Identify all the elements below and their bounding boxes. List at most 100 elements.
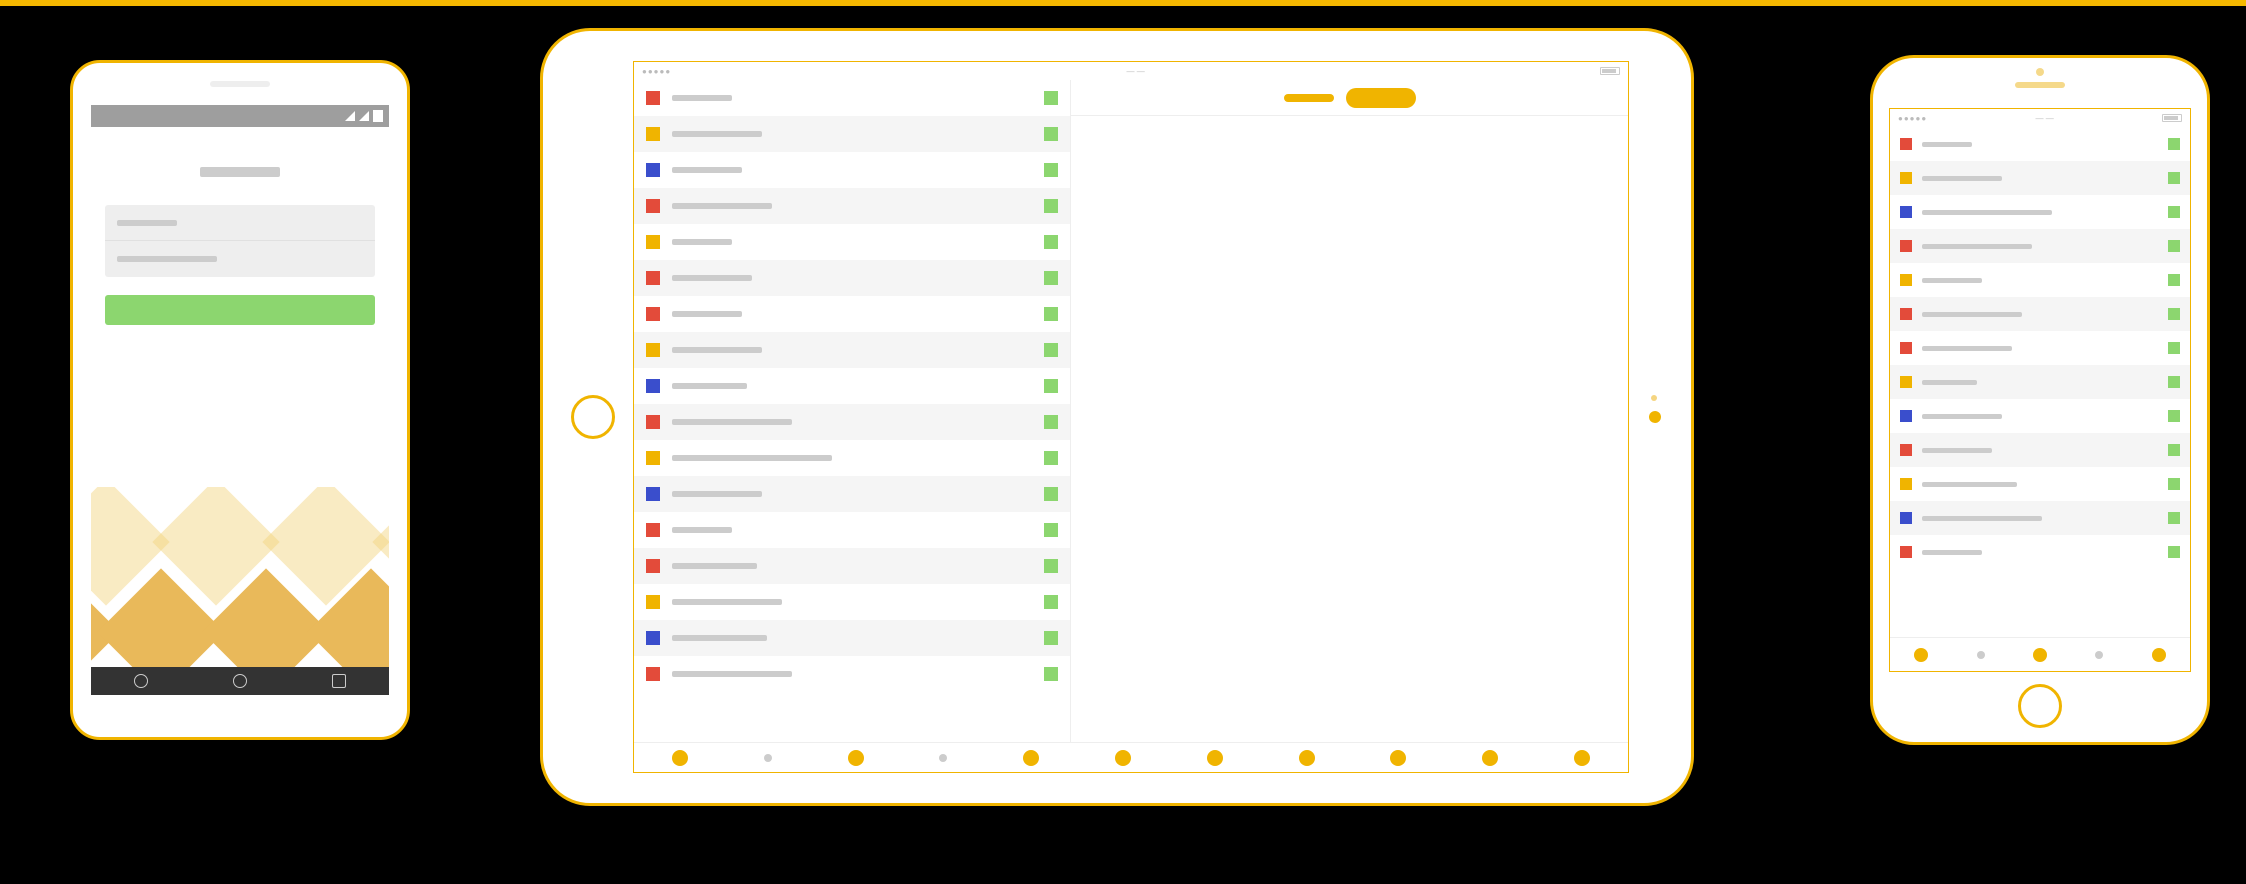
iphone-list[interactable] <box>1890 127 2190 637</box>
status-badge <box>2168 478 2180 490</box>
tab-item[interactable] <box>2033 648 2047 662</box>
segmented-control[interactable] <box>1071 80 1628 116</box>
list-item[interactable] <box>1890 263 2190 297</box>
segment-1[interactable] <box>1284 94 1334 102</box>
tab-item[interactable] <box>672 750 688 766</box>
tablet-sensor <box>1651 395 1657 401</box>
ios-status-bar: ●●●●● — — <box>634 62 1628 80</box>
list-item[interactable] <box>634 368 1070 404</box>
iphone-home-button[interactable] <box>2018 684 2062 728</box>
category-color-icon <box>1900 240 1912 252</box>
item-label <box>672 491 762 497</box>
category-color-icon <box>1900 512 1912 524</box>
list-item[interactable] <box>1890 127 2190 161</box>
tablet-tab-bar <box>634 742 1628 772</box>
tab-item[interactable] <box>1390 750 1406 766</box>
item-label <box>672 275 752 281</box>
iphone-tab-bar <box>1890 637 2190 671</box>
category-color-icon <box>646 91 660 105</box>
list-item[interactable] <box>634 260 1070 296</box>
item-label <box>1922 550 1982 555</box>
segment-2[interactable] <box>1346 88 1416 108</box>
list-item[interactable] <box>1890 535 2190 569</box>
category-color-icon <box>1900 274 1912 286</box>
category-color-icon <box>646 523 660 537</box>
list-item[interactable] <box>1890 467 2190 501</box>
category-color-icon <box>646 667 660 681</box>
status-center: — — <box>2035 114 2053 123</box>
list-item[interactable] <box>1890 229 2190 263</box>
list-item[interactable] <box>634 224 1070 260</box>
item-label <box>1922 482 2017 487</box>
item-label <box>672 419 792 425</box>
category-color-icon <box>646 631 660 645</box>
list-item[interactable] <box>634 188 1070 224</box>
category-color-icon <box>1900 138 1912 150</box>
password-field[interactable] <box>105 241 375 277</box>
category-color-icon <box>646 343 660 357</box>
tab-item[interactable] <box>1914 648 1928 662</box>
list-item[interactable] <box>1890 297 2190 331</box>
list-item[interactable] <box>634 332 1070 368</box>
list-item[interactable] <box>634 116 1070 152</box>
category-color-icon <box>646 415 660 429</box>
recents-button[interactable] <box>332 674 346 688</box>
tab-item[interactable] <box>1977 651 1985 659</box>
back-button[interactable] <box>134 674 148 688</box>
list-item[interactable] <box>1890 501 2190 535</box>
category-color-icon <box>646 307 660 321</box>
list-item[interactable] <box>1890 331 2190 365</box>
iphone-mockup: ●●●●● — — <box>1870 55 2210 745</box>
login-button[interactable] <box>105 295 375 325</box>
status-badge <box>2168 308 2180 320</box>
list-item[interactable] <box>1890 161 2190 195</box>
list-item[interactable] <box>634 620 1070 656</box>
home-button[interactable] <box>233 674 247 688</box>
tab-item[interactable] <box>2095 651 2103 659</box>
list-item[interactable] <box>634 548 1070 584</box>
tab-item[interactable] <box>1207 750 1223 766</box>
category-color-icon <box>1900 308 1912 320</box>
tab-item[interactable] <box>939 754 947 762</box>
android-status-bar <box>91 105 389 127</box>
item-label <box>1922 414 2002 419</box>
list-item[interactable] <box>634 296 1070 332</box>
tab-item[interactable] <box>1299 750 1315 766</box>
tab-item[interactable] <box>1023 750 1039 766</box>
list-item[interactable] <box>1890 433 2190 467</box>
list-item[interactable] <box>634 440 1070 476</box>
list-item[interactable] <box>1890 195 2190 229</box>
list-item[interactable] <box>634 80 1070 116</box>
status-badge <box>1044 559 1058 573</box>
battery-icon <box>2162 114 2182 122</box>
list-item[interactable] <box>634 512 1070 548</box>
tablet-home-button[interactable] <box>571 395 615 439</box>
category-color-icon <box>646 235 660 249</box>
tab-item[interactable] <box>848 750 864 766</box>
list-item[interactable] <box>634 404 1070 440</box>
item-label <box>672 383 747 389</box>
status-badge <box>2168 206 2180 218</box>
list-item[interactable] <box>1890 365 2190 399</box>
tab-item[interactable] <box>2152 648 2166 662</box>
tablet-detail <box>1071 80 1628 742</box>
username-field[interactable] <box>105 205 375 241</box>
category-color-icon <box>646 127 660 141</box>
list-item[interactable] <box>634 656 1070 692</box>
status-badge <box>1044 451 1058 465</box>
tab-item[interactable] <box>1574 750 1590 766</box>
tab-item[interactable] <box>1482 750 1498 766</box>
tablet-list[interactable] <box>634 80 1071 742</box>
list-item[interactable] <box>1890 399 2190 433</box>
tab-item[interactable] <box>1115 750 1131 766</box>
list-item[interactable] <box>634 476 1070 512</box>
list-item[interactable] <box>634 584 1070 620</box>
list-item[interactable] <box>634 152 1070 188</box>
ios-status-bar: ●●●●● — — <box>1890 109 2190 127</box>
tab-item[interactable] <box>764 754 772 762</box>
status-badge <box>2168 376 2180 388</box>
item-label <box>672 95 732 101</box>
status-badge <box>2168 410 2180 422</box>
category-color-icon <box>1900 172 1912 184</box>
wifi-icon <box>359 111 369 121</box>
